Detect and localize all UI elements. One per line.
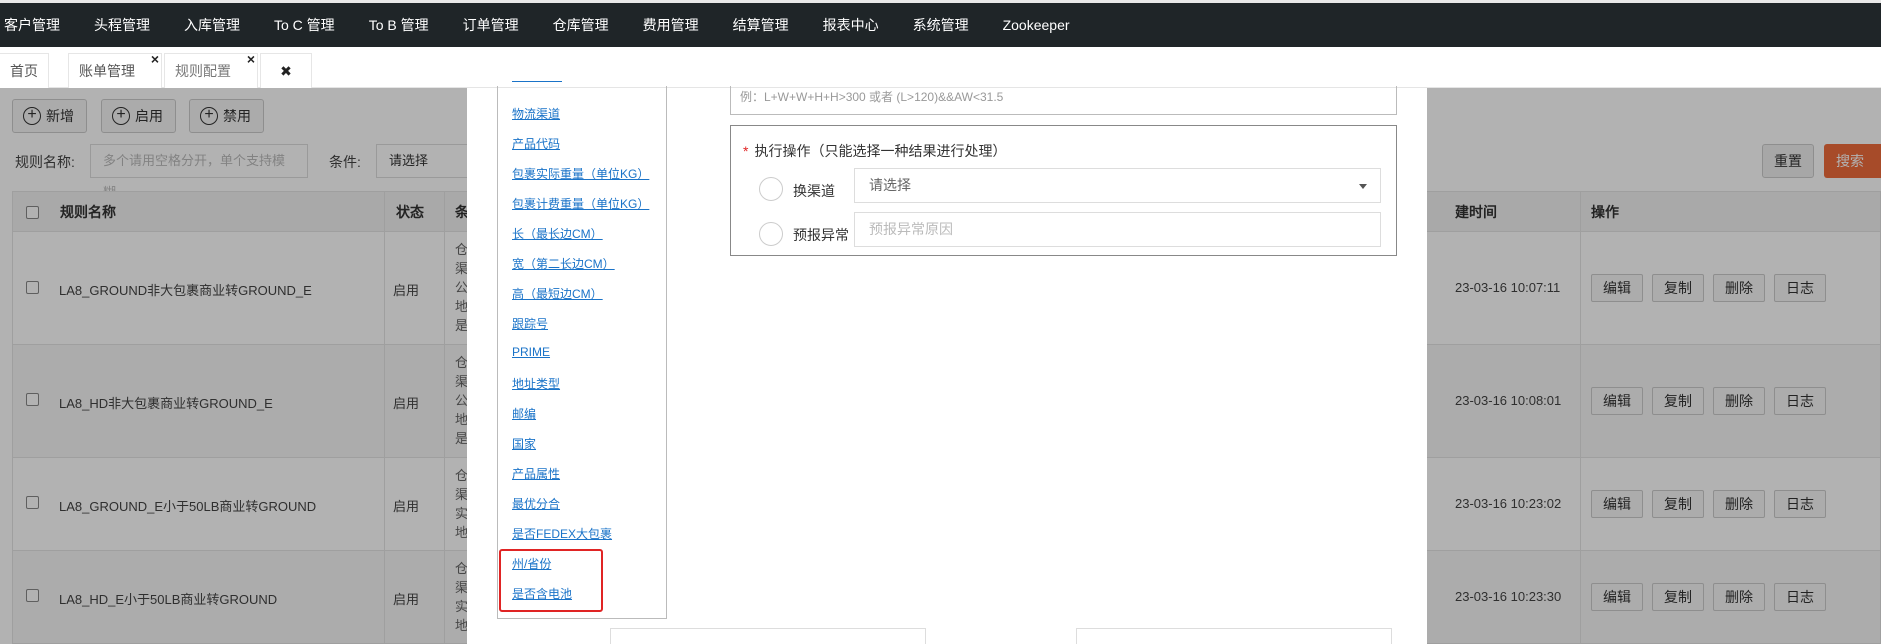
close-all-tabs-button[interactable]: ✖: [260, 53, 312, 88]
bottom-input[interactable]: [610, 628, 926, 644]
switch-channel-radio[interactable]: [759, 177, 783, 201]
field-item[interactable]: 产品属性: [512, 465, 560, 482]
channel-select[interactable]: 请选择: [854, 168, 1381, 203]
expression-placeholder: 例：L+W+W+H+H>300 或者 (L>120)&&AW<31.5: [740, 90, 1004, 104]
field-item[interactable]: 地址类型: [512, 375, 560, 392]
top-nav: 客户管理 头程管理 入库管理 To C 管理 To B 管理 订单管理 仓库管理…: [0, 0, 1881, 47]
tab-bar: 首页 账单管理 × 规则配置 × ✖: [0, 47, 1881, 88]
field-item[interactable]: 高（最短边CM）: [512, 285, 603, 302]
field-item[interactable]: 产品代码: [512, 135, 560, 152]
field-item[interactable]: 是否FEDEX大包裹: [512, 525, 612, 542]
nav-orders[interactable]: 订单管理: [446, 3, 536, 47]
chevron-down-icon: [1359, 184, 1367, 189]
tab-home-label: 首页: [10, 63, 38, 79]
highlight-box: [499, 549, 603, 612]
nav-to-c[interactable]: To C 管理: [257, 3, 352, 47]
field-list: 物流渠道 产品代码 包裹实际重量（单位KG） 包裹计费重量（单位KG） 长（最长…: [497, 81, 667, 619]
nav-fees[interactable]: 费用管理: [626, 3, 716, 47]
field-item[interactable]: 宽（第二长边CM）: [512, 255, 615, 272]
action-title: * 执行操作（只能选择一种结果进行处理）: [743, 143, 1007, 159]
nav-to-b[interactable]: To B 管理: [352, 3, 446, 47]
nav-first-leg[interactable]: 头程管理: [77, 3, 167, 47]
field-cut-off: [512, 80, 562, 82]
bottom-input[interactable]: [1076, 628, 1392, 644]
nav-inbound[interactable]: 入库管理: [167, 3, 257, 47]
close-icon[interactable]: ×: [151, 42, 159, 77]
switch-channel-label: 换渠道: [793, 183, 835, 199]
forecast-exception-radio[interactable]: [759, 222, 783, 246]
field-item[interactable]: 包裹实际重量（单位KG）: [512, 165, 649, 182]
nav-zookeeper[interactable]: Zookeeper: [986, 3, 1087, 47]
tab-rule-label: 规则配置: [175, 63, 231, 79]
close-all-icon: ✖: [280, 63, 292, 79]
required-star: *: [743, 143, 749, 159]
field-item[interactable]: 物流渠道: [512, 105, 560, 122]
exception-reason-input[interactable]: 预报异常原因: [854, 212, 1381, 247]
field-item[interactable]: 长（最长边CM）: [512, 225, 603, 242]
nav-warehouse[interactable]: 仓库管理: [536, 3, 626, 47]
field-item[interactable]: 跟踪号: [512, 315, 548, 332]
nav-customer[interactable]: 客户管理: [0, 3, 77, 47]
tab-rule-config[interactable]: 规则配置 ×: [164, 51, 258, 88]
field-item[interactable]: 最优分合: [512, 495, 560, 512]
field-item[interactable]: 邮编: [512, 405, 536, 422]
tab-home[interactable]: 首页: [0, 53, 49, 88]
forecast-exception-label: 预报异常: [793, 227, 849, 243]
tab-bill-label: 账单管理: [79, 63, 135, 79]
nav-settlement[interactable]: 结算管理: [716, 3, 806, 47]
field-item[interactable]: 国家: [512, 435, 536, 452]
close-icon[interactable]: ×: [247, 42, 255, 77]
rule-edit-modal: 物流渠道 产品代码 包裹实际重量（单位KG） 包裹计费重量（单位KG） 长（最长…: [467, 81, 1427, 644]
tab-bill[interactable]: 账单管理 ×: [68, 51, 162, 88]
nav-reports[interactable]: 报表中心: [806, 3, 896, 47]
field-item[interactable]: PRIME: [512, 345, 550, 359]
field-item[interactable]: 包裹计费重量（单位KG）: [512, 195, 649, 212]
nav-system[interactable]: 系统管理: [896, 3, 986, 47]
action-section: * 执行操作（只能选择一种结果进行处理） 换渠道 请选择 预报异常 预报异常原因: [730, 125, 1397, 256]
